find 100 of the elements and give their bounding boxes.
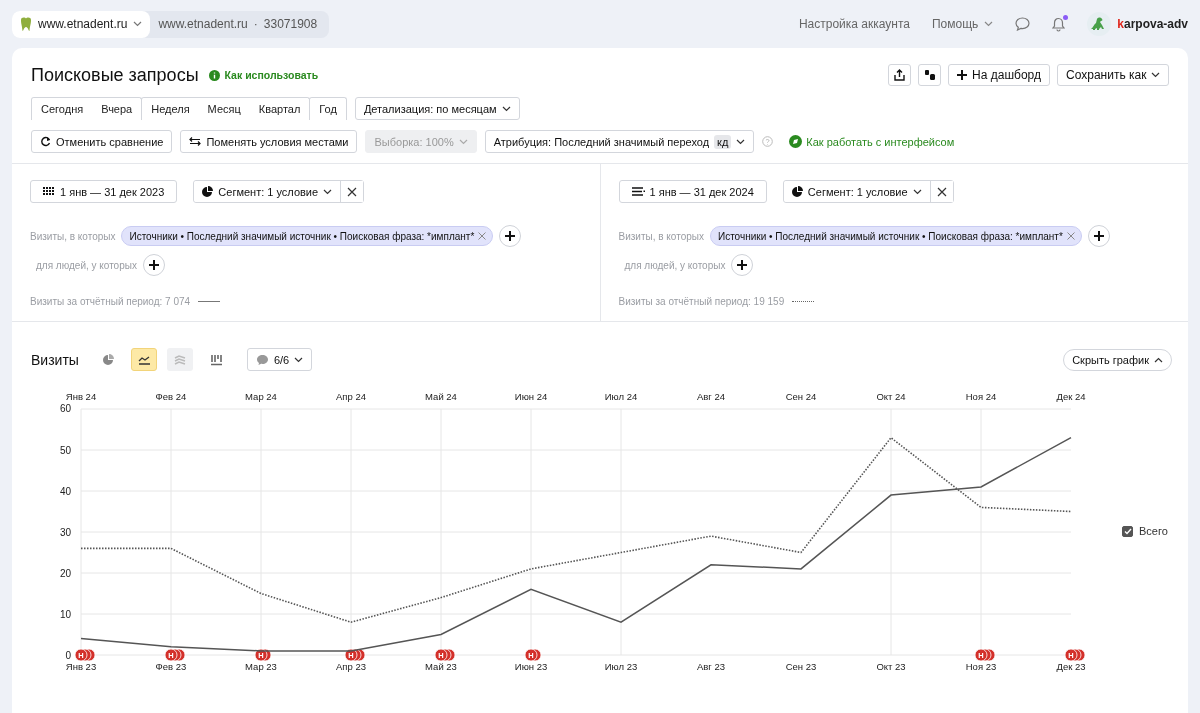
compass-icon (789, 135, 803, 148)
swap-button[interactable]: Поменять условия местами (180, 130, 358, 153)
pie-chart-icon (101, 353, 114, 366)
period-total: Визиты за отчётный период: 19 159 (618, 296, 785, 307)
add-condition-button[interactable] (142, 254, 165, 276)
x-tick-label: Июн 23 (514, 661, 548, 672)
avatar-icon (1087, 12, 1112, 36)
x-tick-label: Окт 23 (876, 661, 906, 672)
site-name: www.etnadent.ru (38, 17, 128, 31)
y-tick-label: 40 (59, 486, 71, 497)
chevron-down-icon (984, 21, 994, 27)
add-condition-button[interactable] (1087, 225, 1110, 247)
interface-help-link[interactable]: Как работать с интерфейсом (789, 135, 955, 148)
add-condition-button[interactable] (499, 225, 522, 247)
y-tick-label: 10 (59, 609, 71, 620)
counter-id: 33071908 (263, 17, 318, 31)
shapes-icon (923, 69, 936, 81)
y-tick-label: 0 (65, 650, 71, 661)
chevron-down-icon (458, 138, 468, 145)
swap-icon (189, 137, 202, 146)
x-tick-label: Окт 24 (876, 391, 906, 402)
page-title: Поисковые запросы (31, 64, 199, 86)
segment-control[interactable]: Сегмент: 1 условие (193, 180, 365, 203)
pie-chart-icon (202, 186, 214, 197)
share-button[interactable] (888, 64, 912, 86)
site-selector[interactable]: www.etnadent.ru (12, 10, 151, 38)
condition-chip[interactable]: Источники • Последний значимый источник • Поисковая фраза: *имплант* (709, 226, 1082, 246)
hide-chart-button[interactable]: Скрыть график (1063, 348, 1172, 371)
plus-icon (737, 260, 748, 270)
x-tick-label: Ноя 24 (965, 391, 997, 402)
x-tick-label: Дек 23 (1056, 661, 1086, 672)
condition-label: Визиты, в которых (618, 230, 704, 242)
plus-icon (957, 70, 968, 80)
chat-icon (1015, 17, 1031, 31)
x-tick-label: Май 24 (425, 391, 457, 402)
plus-icon (505, 231, 516, 241)
remove-segment-button[interactable] (929, 181, 953, 202)
x-tick-label: Май 23 (425, 661, 457, 672)
y-tick-label: 50 (59, 445, 71, 456)
x-tick-label: Мар 24 (245, 391, 277, 402)
check-icon (1123, 527, 1132, 535)
counter-site: www.etnadent.ru (158, 17, 248, 31)
chevron-down-icon (133, 21, 143, 27)
model-badge: кд (714, 134, 732, 149)
bar-chart-icon (209, 353, 222, 366)
remove-segment-button[interactable] (340, 181, 364, 202)
add-condition-button[interactable] (731, 254, 754, 276)
chevron-down-icon (501, 105, 511, 112)
comment-icon (255, 353, 269, 366)
attribution-dropdown[interactable]: Атрибуция: Последний значимый переход кд (484, 130, 755, 153)
x-tick-label: Авг 23 (696, 661, 726, 672)
condition-label: Визиты, в которых (30, 230, 116, 242)
x-tick-label: Авг 24 (696, 391, 726, 402)
close-icon (347, 186, 358, 197)
bell-icon[interactable] (1052, 16, 1066, 32)
x-tick-label: Ноя 23 (965, 661, 997, 672)
plus-icon (148, 260, 159, 270)
people-condition-label: для людей, у которых (36, 259, 137, 271)
x-tick-label: Фев 24 (155, 391, 187, 402)
user-login[interactable]: karpova-adv (1117, 17, 1188, 31)
area-chart-icon (173, 353, 186, 366)
chevron-down-icon (323, 188, 333, 195)
x-tick-label: Апр 24 (336, 391, 366, 402)
y-tick-label: 30 (59, 527, 71, 538)
x-tick-label: Сен 23 (785, 661, 817, 672)
x-tick-label: Дек 24 (1056, 391, 1086, 402)
x-tick-label: Фев 23 (155, 661, 187, 672)
account-settings-link[interactable]: Настройка аккаунта (798, 17, 910, 31)
close-icon (478, 232, 487, 240)
people-condition-label: для людей, у которых (624, 259, 726, 271)
add-to-dashboard-button[interactable]: На дашборд (948, 64, 1050, 86)
pie-chart-icon (791, 186, 803, 197)
x-tick-label: Янв 24 (65, 391, 97, 402)
segment-control[interactable]: Сегмент: 1 условие (782, 180, 954, 203)
cancel-compare-button[interactable]: Отменить сравнение (31, 130, 173, 153)
condition-chip[interactable]: Источники • Последний значимый источник • Поисковая фраза: *имплант* (121, 226, 494, 246)
plus-icon (1093, 231, 1104, 241)
close-icon (936, 186, 947, 197)
x-tick-label: Апр 23 (336, 661, 366, 672)
icon-button[interactable] (918, 64, 942, 86)
period-total: Визиты за отчётный период: 7 074 (30, 296, 191, 307)
legend-checkbox[interactable] (1122, 525, 1133, 537)
chart-title: Визиты (31, 351, 79, 368)
how-to-use-link[interactable]: Как использовать (208, 69, 319, 81)
detail-dropdown[interactable]: Детализация: по месяцам (354, 97, 520, 120)
period-button[interactable]: 1 янв — 31 дек 2023 (30, 180, 178, 203)
period-button[interactable]: 1 янв — 31 дек 2024 (618, 180, 767, 203)
x-tick-label: Сен 24 (785, 391, 817, 402)
chevron-down-icon (736, 138, 746, 145)
help-menu[interactable]: Помощь (931, 17, 994, 31)
tooth-icon (20, 16, 32, 32)
x-tick-label: Июн 24 (514, 391, 548, 402)
x-tick-label: Янв 23 (65, 661, 97, 672)
legend-label: Всего (1139, 525, 1168, 537)
chart-type-button[interactable] (130, 348, 157, 371)
list-icon (631, 187, 645, 196)
save-as-dropdown[interactable]: Сохранить как (1057, 64, 1169, 86)
notes-dropdown[interactable]: 6/6 (246, 348, 313, 371)
x-tick-label: Мар 23 (245, 661, 277, 672)
refresh-icon (40, 136, 51, 147)
